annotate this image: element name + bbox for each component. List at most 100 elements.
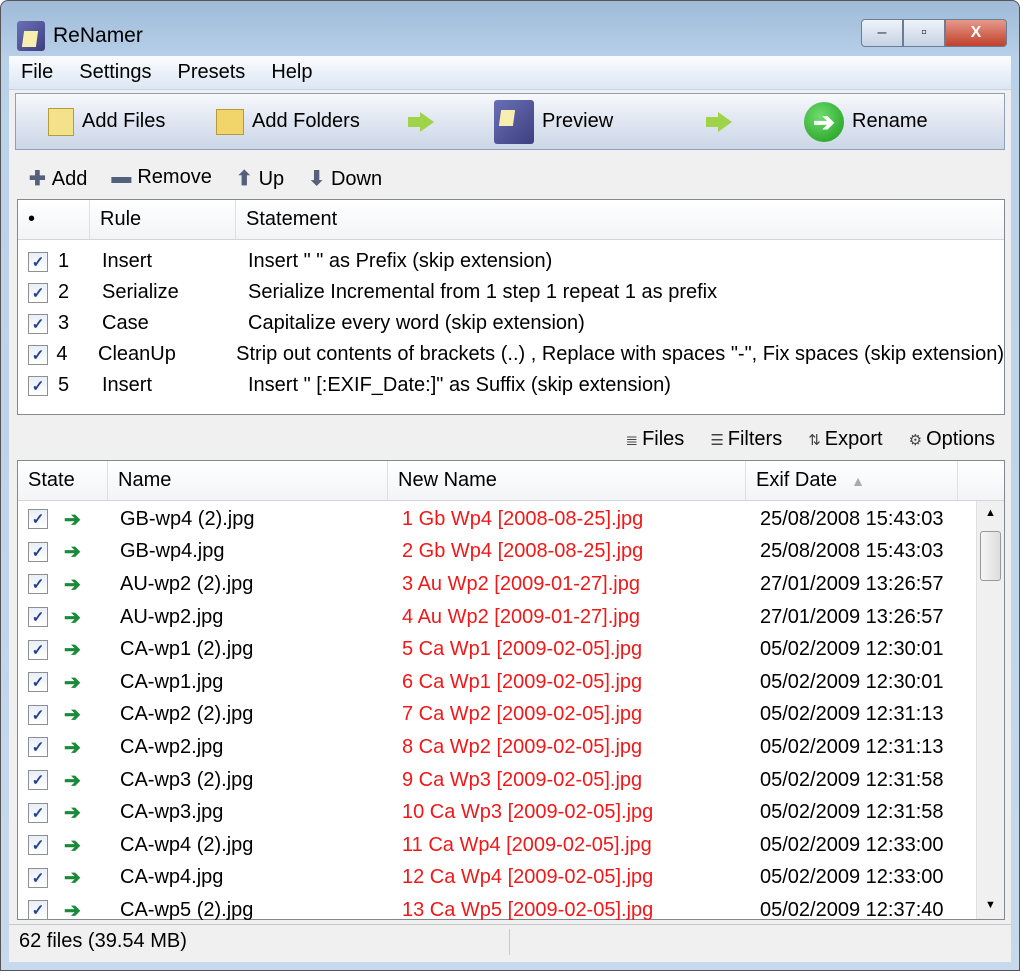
menu-bar: File Settings Presets Help bbox=[9, 56, 1011, 90]
rule-row[interactable]: ✓ 1 Insert Insert " " as Prefix (skip ex… bbox=[18, 246, 1004, 277]
arrow-right-icon: ➔ bbox=[64, 704, 81, 727]
add-files-icon bbox=[48, 107, 74, 136]
file-new-name: 2 Gb Wp4 [2008-08-25].jpg bbox=[402, 540, 644, 563]
rule-checkbox[interactable]: ✓ bbox=[28, 251, 48, 272]
column-header-name[interactable]: Name bbox=[108, 461, 388, 500]
file-new-name: 12 Ca Wp4 [2009-02-05].jpg bbox=[402, 866, 654, 889]
file-row[interactable]: ✓ ➔ CA-wp2.jpg 8 Ca Wp2 [2009-02-05].jpg … bbox=[18, 731, 1004, 764]
scroll-up-icon[interactable]: ▲ bbox=[977, 507, 1004, 519]
minimize-button[interactable]: – bbox=[861, 19, 903, 47]
arrow-right-icon: ➔ bbox=[64, 671, 81, 694]
columns-icon: ≣ bbox=[625, 432, 639, 449]
move-down-button[interactable]: ⬇ Down bbox=[308, 166, 382, 191]
file-checkbox[interactable]: ✓ bbox=[28, 770, 48, 791]
column-header-rule[interactable]: Rule bbox=[90, 200, 236, 239]
file-row[interactable]: ✓ ➔ CA-wp1 (2).jpg 5 Ca Wp1 [2009-02-05].… bbox=[18, 633, 1004, 666]
files-grid: State Name New Name Exif Date ▲ ✓ ➔ GB-wp4… bbox=[17, 460, 1005, 922]
export-icon: ⇅ bbox=[808, 432, 821, 449]
close-button[interactable]: X bbox=[945, 19, 1007, 47]
options-button[interactable]: ⚙ Options bbox=[909, 428, 995, 451]
status-bar: 62 files (39.54 MB) bbox=[9, 924, 1011, 958]
file-new-name: 13 Ca Wp5 [2009-02-05].jpg bbox=[402, 898, 654, 921]
file-checkbox[interactable]: ✓ bbox=[28, 541, 48, 562]
add-folders-icon bbox=[216, 108, 244, 135]
menu-file[interactable]: File bbox=[21, 61, 53, 84]
rule-checkbox[interactable]: ✓ bbox=[28, 282, 48, 303]
rule-checkbox[interactable]: ✓ bbox=[28, 344, 48, 365]
column-header-new-name[interactable]: New Name bbox=[388, 461, 746, 500]
file-row[interactable]: ✓ ➔ CA-wp2 (2).jpg 7 Ca Wp2 [2009-02-05].… bbox=[18, 699, 1004, 732]
file-exif-date: 05/02/2009 12:30:01 bbox=[760, 638, 944, 661]
file-exif-date: 05/02/2009 12:37:40 bbox=[760, 898, 944, 921]
arrow-down-icon: ⬇ bbox=[308, 168, 325, 190]
files-menu-button[interactable]: ≣ Files bbox=[626, 428, 685, 451]
rule-row[interactable]: ✓ 5 Insert Insert " [:EXIF_Date:]" as Su… bbox=[18, 370, 1004, 401]
file-checkbox[interactable]: ✓ bbox=[28, 802, 48, 823]
add-folders-button[interactable]: Add Folders bbox=[216, 108, 360, 135]
file-checkbox[interactable]: ✓ bbox=[28, 737, 48, 758]
file-row[interactable]: ✓ ➔ AU-wp2 (2).jpg 3 Au Wp2 [2009-01-27].… bbox=[18, 568, 1004, 601]
file-checkbox[interactable]: ✓ bbox=[28, 607, 48, 628]
move-up-button[interactable]: ⬆ Up bbox=[236, 166, 284, 191]
rename-button[interactable]: ➔ Rename bbox=[804, 101, 928, 142]
file-name: CA-wp4 (2).jpg bbox=[120, 833, 254, 856]
app-icon bbox=[17, 21, 45, 51]
file-name: CA-wp3 (2).jpg bbox=[120, 768, 254, 791]
file-row[interactable]: ✓ ➔ CA-wp3.jpg 10 Ca Wp3 [2009-02-05].jpg… bbox=[18, 796, 1004, 829]
file-checkbox[interactable]: ✓ bbox=[28, 835, 48, 856]
rule-checkbox[interactable]: ✓ bbox=[28, 375, 48, 396]
file-exif-date: 05/02/2009 12:31:13 bbox=[760, 703, 944, 726]
rule-row[interactable]: ✓ 3 Case Capitalize every word (skip ext… bbox=[18, 308, 1004, 339]
file-row[interactable]: ✓ ➔ CA-wp3 (2).jpg 9 Ca Wp3 [2009-02-05].… bbox=[18, 764, 1004, 797]
sort-ascending-icon: ▲ bbox=[851, 472, 866, 489]
file-new-name: 4 Au Wp2 [2009-01-27].jpg bbox=[402, 605, 640, 628]
vertical-scrollbar[interactable]: ▲ ▼ bbox=[976, 501, 1004, 919]
file-checkbox[interactable]: ✓ bbox=[28, 867, 48, 888]
file-row[interactable]: ✓ ➔ GB-wp4 (2).jpg 1 Gb Wp4 [2008-08-25].… bbox=[18, 503, 1004, 536]
column-header-state[interactable]: State bbox=[18, 461, 108, 500]
file-row[interactable]: ✓ ➔ GB-wp4.jpg 2 Gb Wp4 [2008-08-25].jpg … bbox=[18, 536, 1004, 569]
file-checkbox[interactable]: ✓ bbox=[28, 672, 48, 693]
arrow-right-icon bbox=[408, 111, 434, 132]
scrollbar-thumb[interactable] bbox=[980, 531, 1001, 581]
column-header-exif-date[interactable]: Exif Date ▲ bbox=[746, 461, 958, 500]
add-files-label: Add Files bbox=[82, 110, 166, 132]
rule-name: Case bbox=[102, 312, 149, 334]
menu-presets[interactable]: Presets bbox=[178, 61, 246, 84]
preview-button[interactable]: Preview bbox=[494, 99, 613, 144]
column-header-statement[interactable]: Statement bbox=[236, 200, 1004, 239]
rule-row[interactable]: ✓ 2 Serialize Serialize Incremental from… bbox=[18, 277, 1004, 308]
file-checkbox[interactable]: ✓ bbox=[28, 639, 48, 660]
file-row[interactable]: ✓ ➔ AU-wp2.jpg 4 Au Wp2 [2009-01-27].jpg … bbox=[18, 601, 1004, 634]
window-title: ReNamer bbox=[53, 24, 143, 47]
file-row[interactable]: ✓ ➔ CA-wp1.jpg 6 Ca Wp1 [2009-02-05].jpg … bbox=[18, 666, 1004, 699]
remove-rule-button[interactable]: ▬ Remove bbox=[111, 166, 211, 191]
file-checkbox[interactable]: ✓ bbox=[28, 574, 48, 595]
file-checkbox[interactable]: ✓ bbox=[28, 704, 48, 725]
add-files-button[interactable]: Add Files bbox=[48, 107, 166, 136]
file-exif-date: 27/01/2009 13:26:57 bbox=[760, 605, 944, 628]
rule-row[interactable]: ✓ 4 CleanUp Strip out contents of bracke… bbox=[18, 339, 1004, 370]
file-checkbox[interactable]: ✓ bbox=[28, 509, 48, 530]
scroll-down-icon[interactable]: ▼ bbox=[977, 899, 1004, 911]
file-exif-date: 25/08/2008 15:43:03 bbox=[760, 507, 944, 530]
maximize-button[interactable]: ▫ bbox=[903, 19, 945, 47]
add-rule-button[interactable]: ✚ Add bbox=[29, 166, 87, 191]
filters-button[interactable]: ☰ Filters bbox=[710, 428, 782, 451]
file-name: CA-wp5 (2).jpg bbox=[120, 898, 254, 921]
file-row[interactable]: ✓ ➔ CA-wp5 (2).jpg 13 Ca Wp5 [2009-02-05]… bbox=[18, 894, 1004, 927]
menu-help[interactable]: Help bbox=[271, 61, 312, 84]
rule-statement: Insert " [:EXIF_Date:]" as Suffix (skip … bbox=[248, 374, 671, 396]
rename-label: Rename bbox=[852, 110, 928, 132]
rule-checkbox[interactable]: ✓ bbox=[28, 313, 48, 334]
rule-name: Insert bbox=[102, 250, 153, 272]
file-exif-date: 05/02/2009 12:31:58 bbox=[760, 768, 944, 791]
column-header-index[interactable]: • bbox=[18, 200, 90, 239]
file-row[interactable]: ✓ ➔ CA-wp4 (2).jpg 11 Ca Wp4 [2009-02-05]… bbox=[18, 829, 1004, 862]
file-checkbox[interactable]: ✓ bbox=[28, 900, 48, 921]
arrow-up-icon: ⬆ bbox=[235, 168, 253, 190]
file-row[interactable]: ✓ ➔ CA-wp4.jpg 12 Ca Wp4 [2009-02-05].jpg… bbox=[18, 862, 1004, 895]
menu-settings[interactable]: Settings bbox=[79, 61, 151, 84]
export-button[interactable]: ⇅ Export bbox=[808, 428, 882, 451]
rule-index: 1 bbox=[58, 250, 70, 272]
